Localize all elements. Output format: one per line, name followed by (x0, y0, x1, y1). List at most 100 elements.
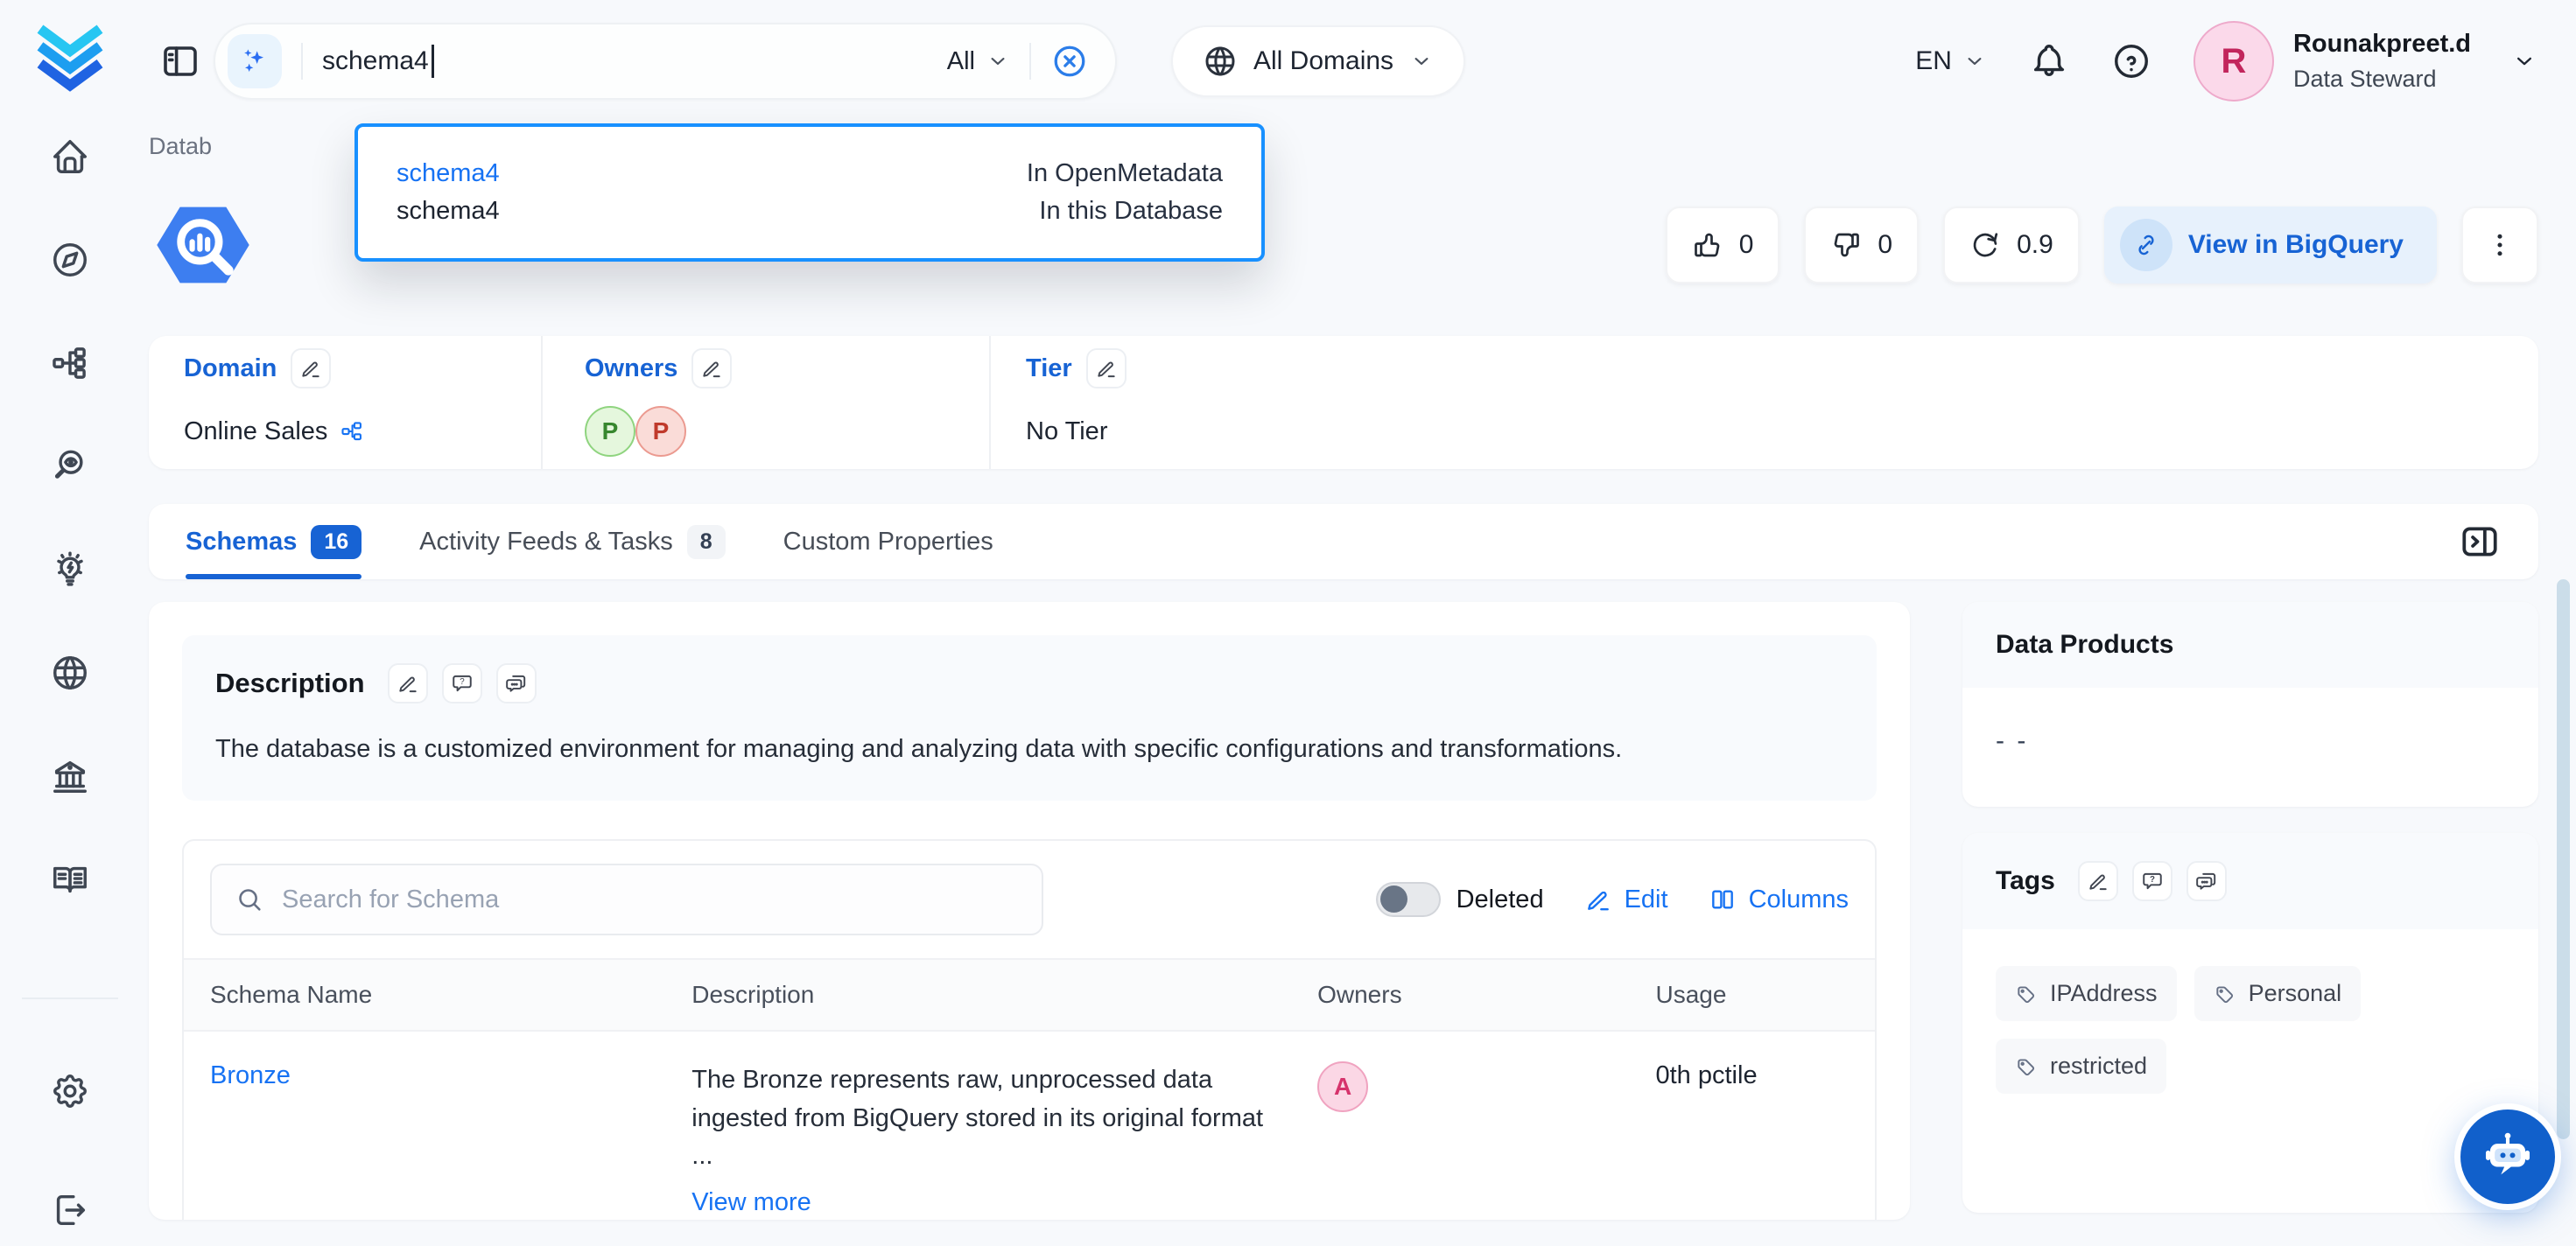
search-input[interactable]: schema4 (322, 45, 434, 78)
data-products-title: Data Products (1996, 630, 2173, 660)
ai-sparkle-icon[interactable] (228, 34, 282, 88)
suggestion-item[interactable]: schema4 In this Database (397, 197, 1223, 226)
kebab-menu-icon (2484, 229, 2516, 261)
chevron-down-icon (1409, 49, 1434, 74)
right-panel: Data Products - - Tags ? (1962, 602, 2538, 1220)
edit-tags-button[interactable] (2078, 861, 2118, 901)
tag-label: IPAddress (2050, 980, 2158, 1007)
schema-description: The Bronze represents raw, unprocessed d… (691, 1061, 1282, 1176)
tab-activity-feeds[interactable]: Activity Feeds & Tasks 8 (419, 504, 725, 579)
edit-domain-button[interactable] (291, 348, 331, 388)
search-scope-dropdown[interactable]: All (947, 47, 1010, 76)
suggestion-label[interactable]: schema4 (397, 197, 500, 226)
tags-conversation-button[interactable] (2186, 861, 2227, 901)
owners-label: Owners (585, 354, 677, 383)
owner-avatar[interactable]: P (635, 406, 686, 457)
deleted-toggle[interactable] (1376, 882, 1441, 917)
suggestion-label[interactable]: schema4 (397, 159, 500, 188)
domain-section: Domain Online Sales (184, 336, 543, 469)
upvote-count: 0 (1739, 230, 1754, 260)
upvote-button[interactable]: 0 (1666, 206, 1780, 284)
schema-search-field[interactable] (210, 864, 1043, 935)
request-tags-button[interactable]: ? (2132, 861, 2172, 901)
language-dropdown[interactable]: EN (1915, 46, 1987, 76)
suggestion-item[interactable]: schema4 In OpenMetadata (397, 159, 1223, 188)
scrollbar-thumb[interactable] (2557, 579, 2570, 1139)
downvote-count: 0 (1878, 230, 1892, 260)
sidebar-toggle-icon[interactable] (159, 40, 201, 82)
chevron-down-icon (986, 49, 1010, 74)
col-header-owners[interactable]: Owners (1300, 959, 1638, 1031)
tags-card: Tags ? (1962, 833, 2538, 1213)
settings-gear-icon[interactable] (50, 1071, 90, 1111)
user-menu[interactable]: R Rounakpreet.d Data Steward (2193, 21, 2537, 102)
description-title: Description (215, 668, 365, 699)
refresh-score-icon (1969, 229, 2001, 261)
more-options-button[interactable] (2461, 206, 2538, 284)
deleted-toggle-wrap: Deleted (1376, 882, 1544, 917)
chat-bubbles-icon (2195, 870, 2218, 892)
domains-globe-icon[interactable] (50, 653, 90, 693)
edit-owners-button[interactable] (691, 348, 732, 388)
col-header-usage[interactable]: Usage (1639, 959, 1876, 1031)
main-area: schema4 All All Domains EN (140, 0, 2576, 1246)
tag-chip[interactable]: Personal (2194, 966, 2362, 1021)
description-conversation-button[interactable] (496, 663, 537, 704)
global-search-bar[interactable]: schema4 All (214, 23, 1117, 100)
edit-tier-button[interactable] (1086, 348, 1127, 388)
tier-value: No Tier (1026, 417, 1107, 446)
explore-compass-icon[interactable] (50, 240, 90, 280)
schema-search-input[interactable] (282, 886, 1019, 914)
request-description-button[interactable]: ? (442, 663, 482, 704)
pencil-icon (397, 672, 419, 695)
owner-avatar[interactable]: A (1317, 1061, 1368, 1112)
logout-icon[interactable] (50, 1190, 90, 1230)
col-header-description[interactable]: Description (674, 959, 1300, 1031)
text-cursor (432, 45, 434, 78)
owners-section: Owners P P (543, 336, 991, 469)
domain-label: Domain (184, 354, 277, 383)
col-header-schema-name[interactable]: Schema Name (184, 959, 674, 1031)
search-query-text: schema4 (322, 46, 429, 76)
tab-schemas[interactable]: Schemas 16 (186, 504, 361, 579)
sidebar-nav (22, 136, 118, 1230)
deleted-label: Deleted (1456, 886, 1544, 914)
thumbs-down-icon (1830, 229, 1862, 261)
svg-text:?: ? (460, 677, 465, 687)
avatar[interactable]: R (2193, 21, 2274, 102)
tag-chip[interactable]: IPAddress (1996, 966, 2177, 1021)
tab-count-badge: 16 (311, 525, 361, 559)
clear-search-icon[interactable] (1050, 42, 1089, 80)
openmetadata-logo-icon[interactable] (32, 23, 108, 96)
schema-name-link[interactable]: Bronze (210, 1061, 291, 1089)
all-domains-dropdown[interactable]: All Domains (1171, 25, 1465, 97)
tier-section: Tier No Tier (991, 336, 1127, 469)
link-icon (2120, 219, 2172, 271)
breadcrumb[interactable]: Datab (149, 133, 245, 170)
observability-icon[interactable] (50, 446, 90, 486)
knowledge-book-icon[interactable] (50, 859, 90, 900)
domain-value[interactable]: Online Sales (184, 417, 327, 446)
downvote-button[interactable]: 0 (1804, 206, 1919, 284)
tab-custom-properties[interactable]: Custom Properties (783, 504, 993, 579)
insights-bulb-icon[interactable] (50, 550, 90, 590)
robot-icon (2479, 1128, 2537, 1186)
notifications-bell-icon[interactable] (2029, 41, 2069, 81)
collapse-right-panel-icon[interactable] (2458, 520, 2502, 564)
governance-bank-icon[interactable] (50, 756, 90, 796)
help-icon[interactable] (2111, 41, 2151, 81)
tabs-bar: Schemas 16 Activity Feeds & Tasks 8 Cust… (149, 504, 2538, 579)
score-button[interactable]: 0.9 (1943, 206, 2080, 284)
chatbot-button[interactable] (2460, 1110, 2555, 1204)
columns-button[interactable]: Columns (1709, 886, 1849, 914)
edit-description-button[interactable] (388, 663, 428, 704)
lineage-flow-icon[interactable] (50, 343, 90, 383)
tag-chip[interactable]: restricted (1996, 1039, 2166, 1094)
view-in-bigquery-button[interactable]: View in BigQuery (2104, 206, 2437, 284)
search-divider (301, 43, 303, 80)
view-more-link[interactable]: View more (691, 1188, 811, 1217)
pencil-icon (2087, 870, 2109, 892)
home-icon[interactable] (50, 136, 90, 177)
owner-avatar[interactable]: P (585, 406, 635, 457)
edit-button[interactable]: Edit (1584, 886, 1668, 914)
